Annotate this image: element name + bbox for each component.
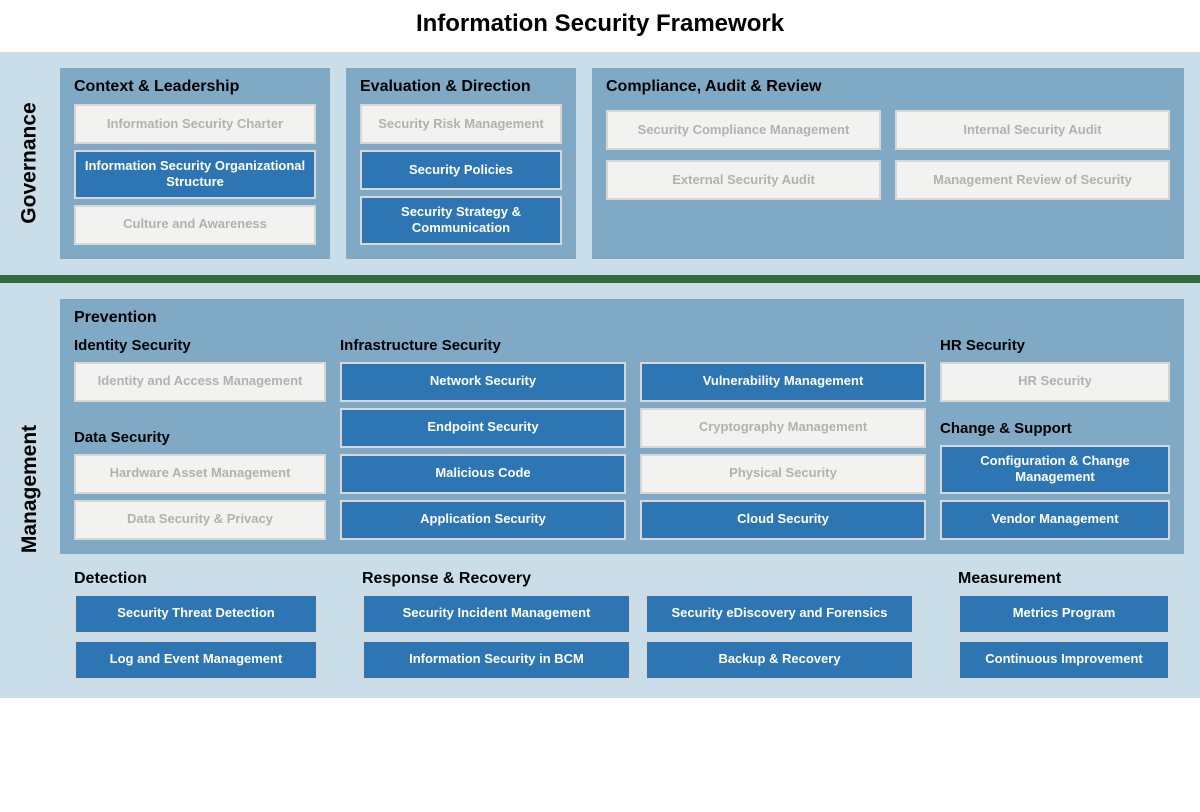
management-label: Management <box>0 299 60 680</box>
framework-item[interactable]: Physical Security <box>640 454 926 494</box>
framework-item[interactable]: Application Security <box>340 500 626 540</box>
framework-item[interactable]: Information Security Organizational Stru… <box>74 150 316 199</box>
framework-item[interactable]: Security Threat Detection <box>74 594 318 634</box>
block-prevention: Prevention Identity Security Identity an… <box>60 299 1184 554</box>
block-detection: Detection Security Threat Detection Log a… <box>60 570 332 680</box>
block-title: Prevention <box>74 309 1170 327</box>
framework-item[interactable]: Management Review of Security <box>895 160 1170 200</box>
block-context-leadership: Context & Leadership Information Securit… <box>60 68 330 259</box>
framework-item[interactable]: Internal Security Audit <box>895 110 1170 150</box>
framework-item[interactable]: Vendor Management <box>940 500 1170 540</box>
block-response-recovery: Response & Recovery Security Incident Ma… <box>348 570 928 680</box>
framework-item[interactable]: Information Security in BCM <box>362 640 631 680</box>
page-title: Information Security Framework <box>0 0 1200 52</box>
framework-item[interactable]: Backup & Recovery <box>645 640 914 680</box>
subgroup-title: HR Security <box>940 337 1170 354</box>
block-compliance-audit-review: Compliance, Audit & Review Security Comp… <box>592 68 1184 259</box>
block-title: Evaluation & Direction <box>360 78 562 96</box>
framework-item[interactable]: Cloud Security <box>640 500 926 540</box>
framework-item[interactable]: Information Security Charter <box>74 104 316 144</box>
subgroup-title: Data Security <box>74 429 326 446</box>
subgroup-title: Identity Security <box>74 337 326 354</box>
block-title: Detection <box>74 570 318 588</box>
framework-item[interactable]: Configuration & Change Management <box>940 445 1170 494</box>
management-band: Management Prevention Identity Security … <box>0 283 1200 698</box>
framework-item[interactable]: Identity and Access Management <box>74 362 326 402</box>
block-title: Measurement <box>958 570 1170 588</box>
block-title: Context & Leadership <box>74 78 316 96</box>
framework-item[interactable]: Malicious Code <box>340 454 626 494</box>
framework-item[interactable]: Vulnerability Management <box>640 362 926 402</box>
framework-item[interactable]: Metrics Program <box>958 594 1170 634</box>
framework-item[interactable]: HR Security <box>940 362 1170 402</box>
framework-item[interactable]: Data Security & Privacy <box>74 500 326 540</box>
block-title: Response & Recovery <box>362 570 914 588</box>
framework-item[interactable]: Security Strategy & Communication <box>360 196 562 245</box>
framework-item[interactable]: Security eDiscovery and Forensics <box>645 594 914 634</box>
framework-item[interactable]: Hardware Asset Management <box>74 454 326 494</box>
framework-item[interactable]: Security Incident Management <box>362 594 631 634</box>
block-title: Compliance, Audit & Review <box>606 78 1170 96</box>
governance-label: Governance <box>0 68 60 259</box>
block-measurement: Measurement Metrics Program Continuous Im… <box>944 570 1184 680</box>
governance-band: Governance Context & Leadership Informat… <box>0 52 1200 275</box>
framework-item[interactable]: Log and Event Management <box>74 640 318 680</box>
framework-item[interactable]: Security Policies <box>360 150 562 190</box>
framework-item[interactable]: Endpoint Security <box>340 408 626 448</box>
framework-item[interactable]: Security Compliance Management <box>606 110 881 150</box>
subgroup-title: Infrastructure Security <box>340 337 926 354</box>
framework-item[interactable]: Cryptography Management <box>640 408 926 448</box>
framework-item[interactable]: Continuous Improvement <box>958 640 1170 680</box>
framework-item[interactable]: External Security Audit <box>606 160 881 200</box>
framework-item[interactable]: Culture and Awareness <box>74 205 316 245</box>
subgroup-title: Change & Support <box>940 420 1170 437</box>
framework-item[interactable]: Security Risk Management <box>360 104 562 144</box>
framework-item[interactable]: Network Security <box>340 362 626 402</box>
section-divider <box>0 275 1200 283</box>
block-evaluation-direction: Evaluation & Direction Security Risk Man… <box>346 68 576 259</box>
